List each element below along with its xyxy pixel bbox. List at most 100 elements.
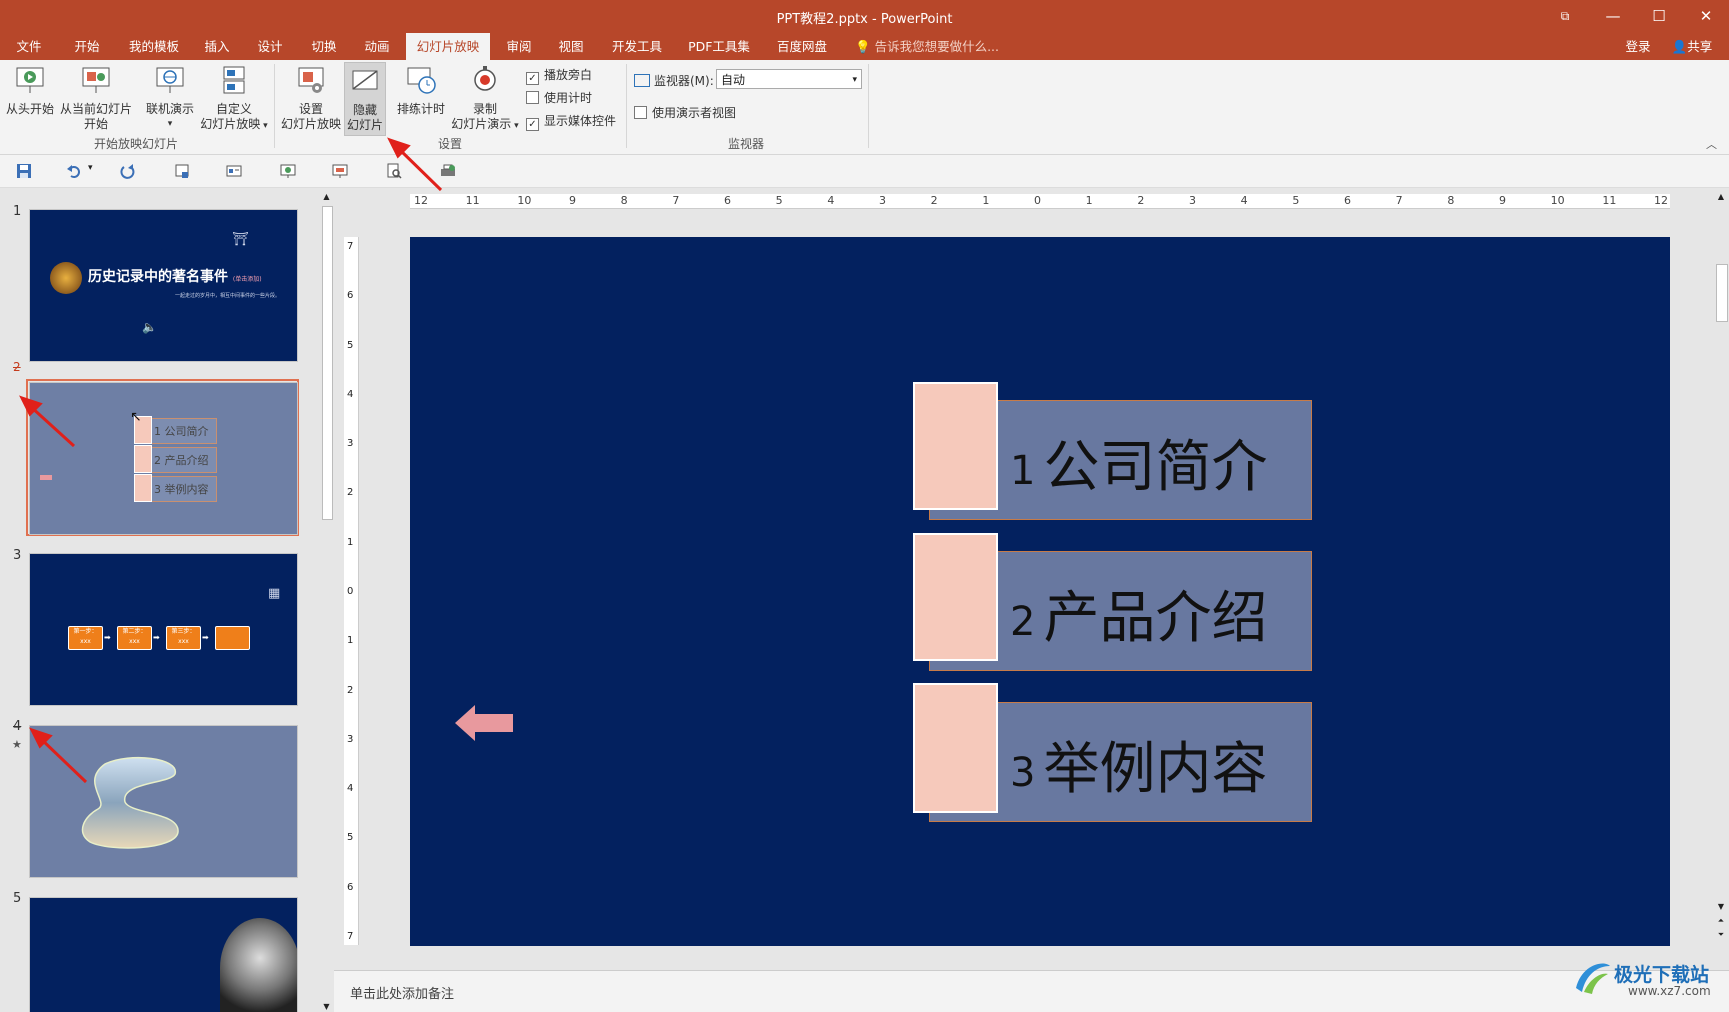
slideshow-start-icon bbox=[16, 67, 44, 93]
thumb-item-square bbox=[134, 445, 152, 473]
use-timings-checkbox[interactable]: 使用计时 bbox=[526, 89, 592, 106]
checkbox-box: ✓ bbox=[526, 72, 539, 85]
new-slide-icon[interactable] bbox=[174, 163, 190, 179]
back-arrow-icon[interactable] bbox=[455, 703, 513, 743]
globe-screen-icon bbox=[156, 67, 184, 93]
ruler-label: 1 bbox=[1085, 194, 1093, 207]
next-slide-icon[interactable]: ⏷ bbox=[1713, 930, 1729, 940]
presenter-view-checkbox[interactable]: 使用演示者视图 bbox=[634, 104, 736, 121]
notes-pane[interactable]: 单击此处添加备注 bbox=[334, 970, 1729, 1012]
tab-baidu-netdisk[interactable]: 百度网盘 bbox=[772, 33, 832, 60]
menu-item-text[interactable]: 1 公司简介 bbox=[1010, 422, 1267, 503]
ruler-label: 4 bbox=[347, 388, 354, 400]
online-present-button[interactable]: 联机演示 ▾ bbox=[140, 64, 200, 132]
ruler-label: 5 bbox=[347, 832, 354, 844]
group-separator bbox=[626, 64, 627, 148]
presentation-icon[interactable] bbox=[332, 163, 348, 179]
monitor-select[interactable]: 自动 ▾ bbox=[716, 69, 862, 89]
chevron-down-icon: ▾ bbox=[167, 119, 173, 129]
play-narration-checkbox[interactable]: ✓ 播放旁白 bbox=[526, 66, 592, 85]
arrow-right-icon: ➡ bbox=[104, 633, 111, 642]
show-media-controls-checkbox[interactable]: ✓ 显示媒体控件 bbox=[526, 112, 616, 131]
thumb-step-box: 第一步：xxx bbox=[68, 626, 103, 650]
hide-slide-icon bbox=[352, 70, 378, 90]
tab-review[interactable]: 审阅 bbox=[499, 33, 539, 60]
menu-item-square[interactable] bbox=[913, 382, 998, 510]
ribbon: 从头开始 从当前幻灯片 开始 联机演示 ▾ 自定义 幻灯片放映 ▾ 开始放映幻灯… bbox=[0, 60, 1729, 155]
slide-thumbnail-2[interactable]: 1 公司简介 2 产品介绍 3 举例内容 ↖ bbox=[29, 382, 298, 535]
scroll-down-icon[interactable]: ▼ bbox=[320, 1002, 333, 1011]
arrow-right-icon: ➡ bbox=[202, 633, 209, 642]
slide-thumbnail-4[interactable] bbox=[29, 725, 298, 878]
minimize-button[interactable]: — bbox=[1590, 0, 1636, 33]
ruler-label: 7 bbox=[1395, 194, 1403, 207]
maximize-button[interactable]: ☐ bbox=[1636, 0, 1682, 33]
hide-slide-button[interactable]: 隐藏 幻灯片 bbox=[344, 62, 386, 136]
menu-item-square[interactable] bbox=[913, 683, 998, 813]
setup-slideshow-button[interactable]: 设置 幻灯片放映 bbox=[280, 64, 342, 132]
scroll-down-icon[interactable]: ▼ bbox=[1713, 902, 1729, 911]
print-preview-icon[interactable] bbox=[386, 163, 402, 179]
arrow-right-icon: ➡ bbox=[153, 633, 160, 642]
rehearse-timer-icon bbox=[407, 67, 436, 94]
tell-me-box[interactable]: 💡 告诉我您想要做什么... bbox=[852, 33, 1002, 60]
menu-item-square[interactable] bbox=[913, 533, 998, 661]
share-button[interactable]: 👤共享 bbox=[1662, 33, 1722, 60]
layout-icon[interactable] bbox=[226, 163, 242, 179]
tab-transitions[interactable]: 切换 bbox=[305, 33, 343, 60]
undo-dropdown-icon[interactable]: ▾ bbox=[88, 163, 93, 173]
scrollbar-thumb[interactable] bbox=[322, 206, 333, 520]
ruler-label: 3 bbox=[879, 194, 886, 207]
scrollbar-thumb[interactable] bbox=[1716, 264, 1728, 322]
tab-my-templates[interactable]: 我的模板 bbox=[124, 33, 184, 60]
tab-view[interactable]: 视图 bbox=[552, 33, 590, 60]
thumbnail-scrollbar[interactable]: ▲ ▼ bbox=[320, 192, 333, 1011]
menu-item-text[interactable]: 3 举例内容 bbox=[1010, 724, 1267, 805]
close-button[interactable]: ✕ bbox=[1683, 0, 1729, 33]
save-icon[interactable] bbox=[16, 163, 32, 179]
ruler-label: 7 bbox=[347, 931, 354, 942]
record-slideshow-button[interactable]: 录制 幻灯片演示 ▾ bbox=[450, 64, 520, 134]
scroll-up-icon[interactable]: ▲ bbox=[320, 192, 333, 201]
slide-thumbnail-3[interactable]: 第一步：xxx ➡ 第二步：xxx ➡ 第三步：xxx ➡ ▦ bbox=[29, 553, 298, 706]
menu-item-text[interactable]: 2 产品介绍 bbox=[1010, 573, 1267, 654]
slide-canvas[interactable]: 1 公司简介 2 产品介绍 3 举例内容 bbox=[410, 237, 1670, 946]
horizontal-ruler: 12 11 10 9 8 7 6 5 4 3 2 1 0 1 2 3 4 5 6 7 8 9 10 11 12 bbox=[410, 194, 1670, 209]
from-current-slide-button[interactable]: 从当前幻灯片 开始 bbox=[58, 64, 134, 132]
thumb-item-square bbox=[134, 474, 152, 502]
previous-slide-icon[interactable]: ⏶ bbox=[1713, 916, 1729, 926]
undo-icon[interactable] bbox=[66, 163, 82, 179]
quick-print-icon[interactable] bbox=[440, 163, 456, 179]
thumbnail-subtitle: 一起走过的岁月中，相互中间事件的一些片段。 bbox=[175, 293, 281, 299]
from-beginning-button[interactable]: 从头开始 bbox=[4, 64, 56, 117]
group-separator bbox=[274, 64, 275, 148]
slide-thumbnail-1[interactable]: 历史记录中的著名事件 (单击添加) 一起走过的岁月中，相互中间事件的一些片段。 … bbox=[29, 209, 298, 362]
ruler-label: 2 bbox=[347, 684, 354, 696]
quick-access-toolbar: ▾ bbox=[0, 155, 1729, 188]
tab-home[interactable]: 开始 bbox=[66, 33, 108, 60]
tab-file[interactable]: 文件 bbox=[8, 33, 50, 60]
ruler-label: 3 bbox=[347, 438, 354, 450]
ribbon-display-icon[interactable]: ⧉ bbox=[1542, 0, 1588, 33]
slideshow-from-start-icon[interactable] bbox=[280, 163, 296, 179]
redo-icon[interactable] bbox=[120, 163, 136, 179]
tab-insert[interactable]: 插入 bbox=[198, 33, 236, 60]
tab-design[interactable]: 设计 bbox=[251, 33, 289, 60]
slide-thumbnail-5[interactable] bbox=[29, 897, 298, 1012]
custom-slideshow-button[interactable]: 自定义 幻灯片放映 ▾ bbox=[196, 64, 272, 134]
tab-animations[interactable]: 动画 bbox=[358, 33, 396, 60]
tab-developer[interactable]: 开发工具 bbox=[607, 33, 667, 60]
editor-scrollbar[interactable]: ▲ ▼ ⏶ ⏷ bbox=[1713, 192, 1729, 952]
scroll-up-icon[interactable]: ▲ bbox=[1713, 192, 1729, 201]
rehearse-timings-button[interactable]: 排练计时 bbox=[394, 64, 448, 117]
landscape-shape-image bbox=[81, 756, 179, 849]
hidden-slide-number: 4 bbox=[13, 719, 22, 734]
tab-pdf-tools[interactable]: PDF工具集 bbox=[686, 33, 752, 60]
ruler-label: 3 bbox=[1189, 194, 1196, 207]
ruler-label: 8 bbox=[620, 194, 628, 207]
calculator-icon: ▦ bbox=[268, 586, 281, 601]
collapse-ribbon-icon[interactable]: ︿ bbox=[1706, 136, 1717, 152]
login-link[interactable]: 登录 bbox=[1618, 33, 1658, 60]
tab-slideshow[interactable]: 幻灯片放映 bbox=[406, 33, 490, 60]
animation-star-icon: ★ bbox=[12, 738, 22, 751]
